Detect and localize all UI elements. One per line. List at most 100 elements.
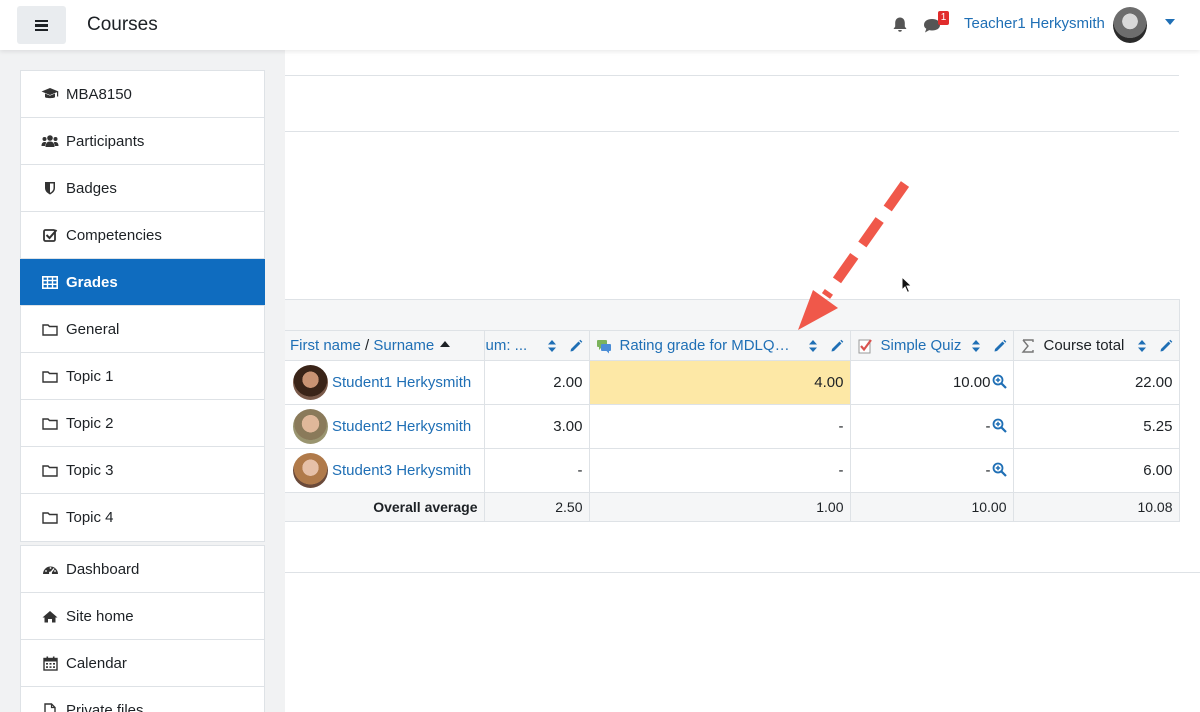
nav-item-topic-2[interactable]: Topic 2 [21, 400, 264, 447]
grade-value: 10.00 [952, 374, 991, 391]
grade-cell[interactable]: - [849, 448, 1014, 493]
nav-item-general[interactable]: General [21, 306, 264, 353]
student-avatar[interactable] [293, 409, 328, 444]
grade-cell[interactable]: - [588, 448, 851, 493]
table-header-row: First name / Surname um: ... Rating grad… [285, 330, 1180, 361]
sort-first-name-link[interactable]: First name [290, 337, 361, 354]
grade-cell[interactable]: - [483, 448, 590, 493]
sort-icon[interactable] [1137, 339, 1147, 353]
nav-item-label: Topic 3 [66, 461, 114, 479]
pencil-icon[interactable] [569, 339, 583, 353]
forum-column-header: um: ... [483, 330, 590, 361]
magnify-plus-icon[interactable] [992, 374, 1007, 389]
rating-column-title[interactable]: Rating grade for MDLQA-... [620, 337, 800, 354]
divider [285, 572, 1200, 573]
student-name-link[interactable]: Student3 Herkysmith [332, 462, 471, 479]
message-count-badge: 1 [938, 11, 949, 25]
graduation-cap-icon [41, 86, 59, 102]
nav-item-topic-4[interactable]: Topic 4 [21, 494, 264, 541]
pencil-icon[interactable] [830, 339, 844, 353]
grader-report-table: First name / Surname um: ... Rating grad… [285, 299, 1180, 522]
nav-item-label: MBA8150 [66, 85, 132, 103]
forum-column-title[interactable]: um: ... [486, 337, 539, 354]
checkbox-icon [41, 227, 59, 243]
nav-item-dashboard[interactable]: Dashboard [21, 546, 264, 593]
grade-cell-highlighted[interactable]: 4.00 [588, 360, 851, 405]
folder-icon [41, 462, 59, 478]
overall-average-row: Overall average 2.50 1.00 10.00 10.08 [285, 492, 1180, 522]
nav-item-topic-1[interactable]: Topic 1 [21, 353, 264, 400]
user-name[interactable]: Teacher1 Herkysmith [964, 15, 1105, 32]
rating-column-header: Rating grade for MDLQA-... [588, 330, 851, 361]
magnify-plus-icon[interactable] [992, 418, 1007, 433]
grade-cell[interactable]: 10.00 [849, 360, 1014, 405]
grade-cell[interactable]: - [849, 404, 1014, 449]
course-total-cell: 22.00 [1012, 360, 1180, 405]
average-cell: 1.00 [588, 492, 851, 522]
nav-item-label: Topic 1 [66, 367, 114, 385]
menu-toggle-button[interactable] [17, 6, 66, 44]
grade-cell[interactable]: 3.00 [483, 404, 590, 449]
nav-item-label: Participants [66, 132, 145, 150]
bell-icon[interactable] [891, 16, 909, 34]
student-cell: Student1 Herkysmith [285, 360, 485, 405]
table-row: Student3 Herkysmith - - - 6.00 [285, 448, 1180, 493]
forum-icon [596, 339, 611, 353]
name-separator: / [360, 337, 374, 354]
grade-cell[interactable]: - [588, 404, 851, 449]
mouse-cursor-icon [901, 276, 913, 294]
nav-item-badges[interactable]: Badges [21, 165, 264, 212]
top-navbar: Courses 1 Teacher1 Herkysmith [0, 0, 1200, 50]
divider [285, 75, 1179, 76]
nav-item-label: Badges [66, 179, 117, 197]
nav-item-label: Site home [66, 607, 134, 625]
quiz-column-header: Simple Quiz [849, 330, 1014, 361]
average-cell: 10.08 [1012, 492, 1180, 522]
main-region: First name / Surname um: ... Rating grad… [285, 50, 1200, 712]
nav-item-participants[interactable]: Participants [21, 118, 264, 165]
site-nav-group: Dashboard Site home Calendar Private fil… [20, 545, 265, 712]
nav-item-label: Topic 2 [66, 414, 114, 432]
name-column-header: First name / Surname [285, 330, 485, 361]
sort-icon[interactable] [971, 339, 981, 353]
student-name-link[interactable]: Student2 Herkysmith [332, 418, 471, 435]
grade-cell[interactable]: 2.00 [483, 360, 590, 405]
pencil-icon[interactable] [993, 339, 1007, 353]
nav-item-mba8150[interactable]: MBA8150 [21, 71, 264, 118]
user-avatar[interactable] [1113, 7, 1147, 43]
nav-item-private-files[interactable]: Private files [21, 687, 264, 712]
sort-surname-link[interactable]: Surname [373, 337, 434, 354]
student-name-link[interactable]: Student1 Herkysmith [332, 374, 471, 391]
table-icon [41, 274, 59, 290]
nav-item-calendar[interactable]: Calendar [21, 640, 264, 687]
sort-ascending-icon[interactable] [440, 341, 451, 347]
course-nav-group: MBA8150 Participants Badges Competencies… [20, 70, 265, 542]
nav-item-label: General [66, 320, 120, 338]
nav-item-label: Competencies [66, 226, 162, 244]
nav-item-competencies[interactable]: Competencies [21, 212, 264, 259]
magnify-plus-icon[interactable] [992, 462, 1007, 477]
user-menu-caret-icon[interactable] [1165, 19, 1175, 25]
nav-item-topic-3[interactable]: Topic 3 [21, 447, 264, 494]
nav-item-label: Grades [66, 273, 118, 291]
sort-icon[interactable] [808, 339, 818, 353]
site-title[interactable]: Courses [87, 14, 158, 36]
shield-icon [41, 180, 59, 196]
calendar-icon [41, 655, 59, 671]
student-avatar[interactable] [293, 453, 328, 488]
grade-value: - [985, 462, 991, 479]
pencil-icon[interactable] [1159, 339, 1173, 353]
table-spacer-row [285, 299, 1180, 331]
nav-item-grades[interactable]: Grades [20, 259, 265, 306]
folder-icon [41, 368, 59, 384]
nav-item-label: Dashboard [66, 560, 140, 578]
nav-item-label: Calendar [66, 654, 127, 672]
student-avatar[interactable] [293, 365, 328, 400]
divider [285, 131, 1179, 132]
nav-drawer: MBA8150 Participants Badges Competencies… [0, 50, 285, 712]
overall-average-label: Overall average [285, 492, 485, 522]
nav-item-site-home[interactable]: Site home [21, 593, 264, 640]
sort-icon[interactable] [547, 339, 557, 353]
quiz-column-title[interactable]: Simple Quiz [881, 337, 963, 354]
hamburger-icon [35, 19, 48, 31]
